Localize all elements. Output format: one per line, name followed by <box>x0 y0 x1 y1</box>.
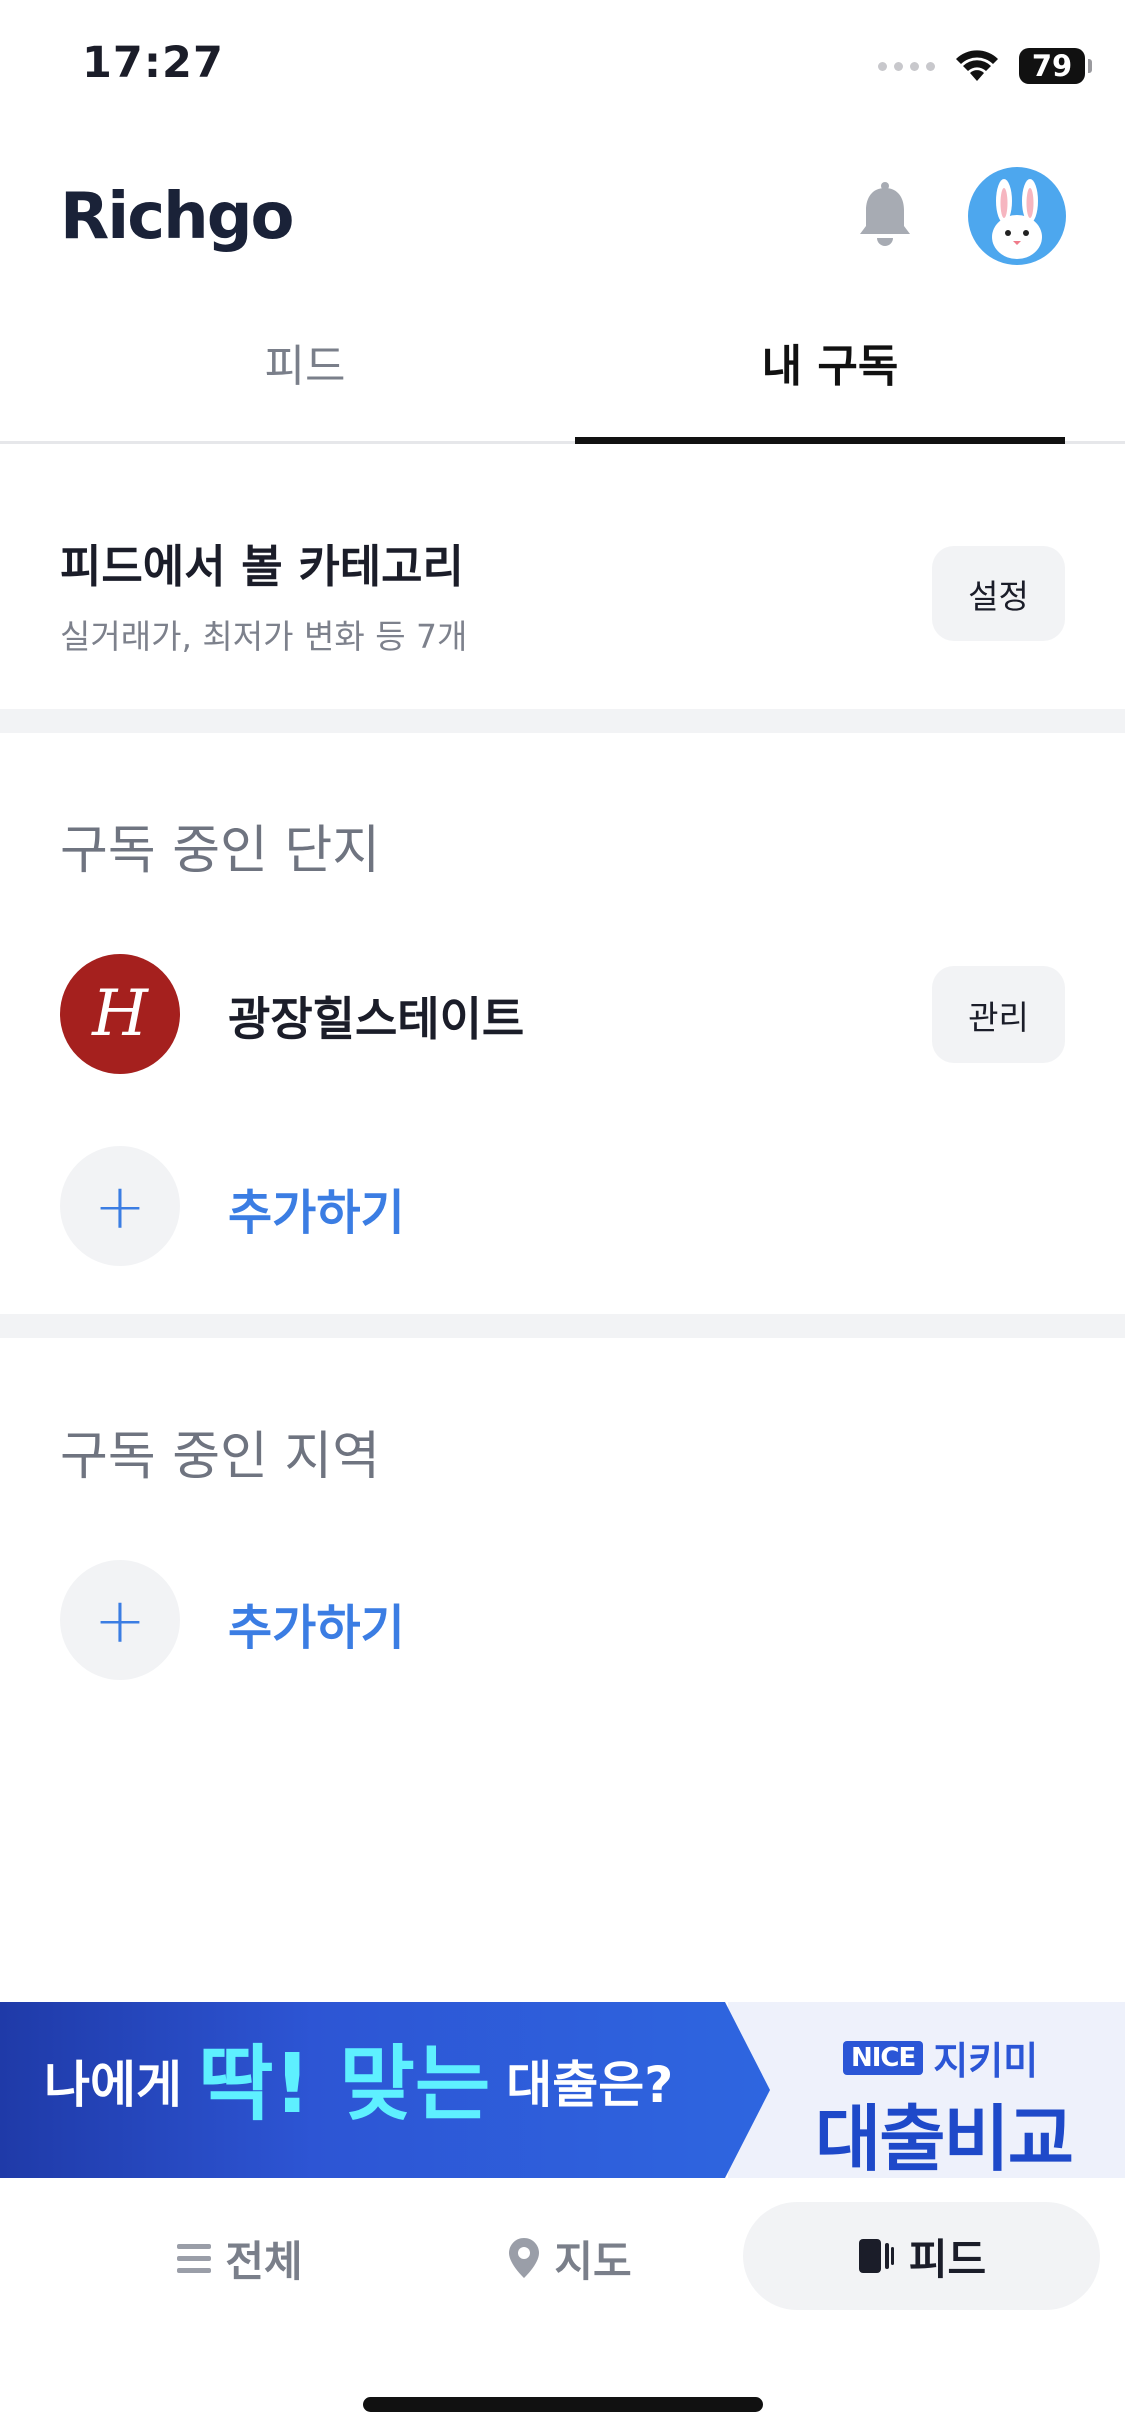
nice-badge: NICE <box>843 2040 924 2075</box>
complexes-section-title: 구독 중인 단지 <box>60 821 381 881</box>
banner-cta: 대출비교 <box>815 2097 1074 2178</box>
banner-text-1: 나에게 <box>44 2056 182 2114</box>
section-divider <box>0 1314 1125 1338</box>
map-pin-icon <box>509 2238 540 2278</box>
nav-feed-label: 피드 <box>908 2234 987 2284</box>
complex-name[interactable]: 광장힐스테이트 <box>228 983 524 1049</box>
bell-icon[interactable] <box>857 180 913 252</box>
battery-icon: 79 <box>1019 48 1092 84</box>
add-complex-button[interactable]: + <box>60 1146 180 1266</box>
section-divider <box>0 709 1125 733</box>
regions-section-title: 구독 중인 지역 <box>60 1427 381 1487</box>
banner-headline: 나에게 딱! 맞는 대출은? <box>44 2040 689 2130</box>
banner-brand: NICE 지키미 <box>843 2030 1038 2085</box>
settings-button[interactable]: 설정 <box>932 546 1065 641</box>
battery-level: 79 <box>1031 49 1073 83</box>
wifi-icon <box>956 50 998 81</box>
home-indicator[interactable] <box>363 2397 763 2412</box>
add-region-label[interactable]: 추가하기 <box>228 1588 405 1658</box>
plus-icon: + <box>94 1169 146 1243</box>
complex-logo[interactable]: H <box>60 954 180 1074</box>
nav-all-label: 전체 <box>225 2236 303 2286</box>
profile-avatar[interactable] <box>968 167 1066 265</box>
banner-text-3: 대출은? <box>506 2056 674 2114</box>
banner-text-2: 딱! 맞는 <box>198 2037 491 2132</box>
complex-logo-letter: H <box>92 977 148 1051</box>
manage-button[interactable]: 관리 <box>932 966 1065 1063</box>
status-icons: 79 <box>878 48 1092 84</box>
tab-my-subscriptions[interactable]: 내 구독 <box>575 330 1085 394</box>
nav-feed[interactable]: 피드 <box>743 2202 1100 2310</box>
status-time: 17:27 <box>82 38 224 88</box>
add-complex-label[interactable]: 추가하기 <box>228 1173 405 1243</box>
plus-icon: + <box>94 1583 146 1657</box>
ad-banner[interactable]: 나에게 딱! 맞는 대출은? NICE 지키미 대출비교 <box>0 2002 1125 2178</box>
category-title: 피드에서 볼 카테고리 <box>60 540 464 593</box>
nav-all[interactable]: 전체 <box>120 2208 360 2308</box>
menu-icon <box>177 2243 212 2273</box>
rabbit-avatar-icon <box>992 179 1042 259</box>
app-logo: Richgo <box>60 180 294 254</box>
cellular-signal-icon <box>878 61 935 71</box>
add-region-button[interactable]: + <box>60 1560 180 1680</box>
brand-name: 지키미 <box>933 2039 1039 2083</box>
feed-icon <box>858 2239 894 2273</box>
nav-map[interactable]: 지도 <box>450 2208 690 2308</box>
tab-active-indicator <box>575 437 1065 444</box>
tab-feed[interactable]: 피드 <box>50 330 560 394</box>
nav-map-label: 지도 <box>554 2236 632 2286</box>
category-subtitle: 실거래가, 최저가 변화 등 7개 <box>60 617 468 656</box>
